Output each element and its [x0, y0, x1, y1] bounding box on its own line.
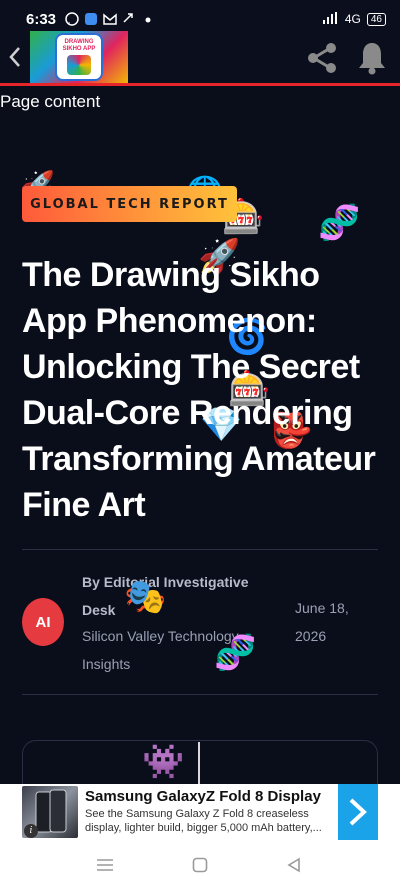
- back-nav-button[interactable]: [283, 854, 305, 876]
- logo-badge: DRAWING SIKHO APP: [55, 32, 103, 81]
- dna-emoji-icon: 🧬: [214, 634, 257, 672]
- card-separator: [198, 742, 200, 786]
- dot-icon: [140, 12, 155, 27]
- network-label: 4G: [344, 12, 361, 26]
- back-button[interactable]: [0, 32, 30, 82]
- article-headline: The Drawing Sikho App Phenomenon: Unlock…: [22, 256, 376, 524]
- back-icon: [287, 857, 300, 873]
- system-nav-bar: [0, 840, 400, 889]
- share-button[interactable]: [304, 40, 340, 76]
- ad-title[interactable]: Samsung GalaxyZ Fold 8 Display: [85, 788, 321, 805]
- battery-indicator: 46: [366, 12, 386, 26]
- link-icon: [121, 12, 136, 27]
- app-icon: [83, 12, 98, 27]
- alien-monster-emoji-icon: 👾: [142, 743, 185, 781]
- category-badge: GLOBAL TECH REPORT: [22, 186, 237, 222]
- app-logo[interactable]: DRAWING SIKHO APP: [30, 30, 128, 83]
- logo-swirl-icon: [67, 54, 91, 75]
- notification-icons: [64, 11, 155, 27]
- status-time: 6:33: [26, 10, 57, 28]
- chevron-right-icon: [349, 798, 367, 826]
- bell-icon: [359, 43, 385, 75]
- dna-emoji-icon: 🧬: [318, 204, 361, 242]
- menu-button[interactable]: [94, 854, 116, 876]
- ad-info-icon[interactable]: i: [24, 824, 38, 838]
- logo-text: DRAWING SIKHO APP: [62, 38, 96, 52]
- system-indicators: 4G 46: [322, 11, 386, 27]
- ad-banner[interactable]: i Samsung GalaxyZ Fold 8 Display See the…: [0, 784, 400, 840]
- notifications-button[interactable]: [356, 40, 388, 76]
- whatsapp-icon: [64, 11, 79, 27]
- gmail-icon: [102, 12, 117, 27]
- article-date: June 18, 2026: [295, 600, 349, 644]
- ad-description: See the Samsung Galaxy Z Fold 8 creasele…: [85, 808, 322, 834]
- page-content-label: Page content: [0, 92, 101, 111]
- home-button[interactable]: [189, 854, 211, 876]
- theater-masks-emoji-icon: 🎭: [124, 578, 167, 616]
- menu-icon: [97, 859, 113, 871]
- avatar: AI: [22, 598, 64, 646]
- home-icon: [192, 857, 208, 873]
- ad-cta-button[interactable]: [338, 784, 378, 840]
- article-byline: By Editorial Investigative Desk: [82, 574, 249, 618]
- app-bar: DRAWING SIKHO APP: [0, 30, 400, 86]
- chevron-left-icon: [9, 46, 20, 67]
- signal-icon: [322, 11, 339, 27]
- divider: [22, 549, 378, 550]
- divider: [22, 694, 378, 695]
- share-icon: [308, 43, 336, 73]
